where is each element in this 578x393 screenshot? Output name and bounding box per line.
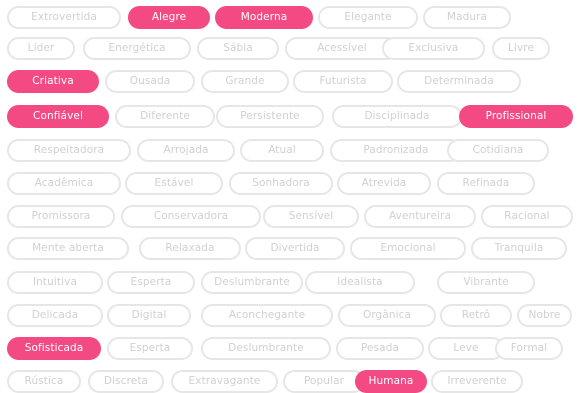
tag-digital[interactable]: Digital bbox=[107, 304, 191, 327]
tag-vibrante[interactable]: Vibrante bbox=[437, 271, 535, 294]
tag-racional[interactable]: Racional bbox=[481, 205, 573, 228]
tag-sensível[interactable]: Sensível bbox=[263, 205, 359, 228]
tag-relaxada[interactable]: Relaxada bbox=[139, 237, 241, 260]
tag-deslumbrante[interactable]: Deslumbrante bbox=[201, 271, 303, 294]
tag-sofisticada[interactable]: Sofisticada bbox=[7, 337, 101, 360]
tag-intuitiva[interactable]: Intuitiva bbox=[7, 271, 103, 294]
tag-emocional[interactable]: Emocional bbox=[350, 237, 466, 260]
tag-criativa[interactable]: Criativa bbox=[7, 70, 99, 93]
tag-esperta[interactable]: Esperta bbox=[107, 337, 193, 360]
tag-esperta[interactable]: Esperta bbox=[107, 271, 195, 294]
tag-formal[interactable]: Formal bbox=[495, 337, 563, 360]
tag-futurista[interactable]: Futurista bbox=[293, 70, 393, 93]
tag-mente-aberta[interactable]: Mente aberta bbox=[7, 237, 129, 260]
tag-ousada[interactable]: Ousada bbox=[105, 70, 195, 93]
tag-atual[interactable]: Atual bbox=[240, 139, 324, 162]
tag-row: Respeitadora Arrojada Atual Padronizada Coti… bbox=[0, 139, 578, 162]
tag-row: Mente aberta Relaxada Divertida Emocional Tr… bbox=[0, 237, 578, 260]
tag-row: Confiável Diferente Persistente Disciplinad… bbox=[0, 105, 578, 128]
tag-row: Rústica Discreta Extravagante Popular Humana… bbox=[0, 370, 578, 393]
tag-exclusiva[interactable]: Exclusiva bbox=[382, 37, 485, 60]
personality-tag-selector: Extrovertida Alegre Moderna Elegante Madura L… bbox=[0, 0, 578, 393]
tag-pesada[interactable]: Pesada bbox=[336, 337, 424, 360]
tag-respeitadora[interactable]: Respeitadora bbox=[7, 139, 131, 162]
tag-líder[interactable]: Líder bbox=[7, 37, 75, 60]
tag-row: Extrovertida Alegre Moderna Elegante Madura bbox=[0, 6, 578, 29]
tag-leve[interactable]: Leve bbox=[428, 337, 504, 360]
tag-sonhadora[interactable]: Sonhadora bbox=[229, 172, 333, 195]
tag-irreverente[interactable]: Irreverente bbox=[431, 370, 523, 393]
tag-atrevida[interactable]: Atrevida bbox=[337, 172, 431, 195]
tag-estável[interactable]: Estável bbox=[125, 172, 223, 195]
tag-idealista[interactable]: Idealista bbox=[305, 271, 415, 294]
tag-row: Criativa Ousada Grande Futurista Determinada bbox=[0, 70, 578, 93]
tag-energética[interactable]: Energética bbox=[83, 37, 191, 60]
tag-confiável[interactable]: Confiável bbox=[7, 105, 109, 128]
tag-deslumbrante[interactable]: Deslumbrante bbox=[201, 337, 331, 360]
tag-row: Líder Energética Sábia Acessível Exclusiva Li… bbox=[0, 37, 578, 60]
tag-aconchegante[interactable]: Aconchegante bbox=[201, 304, 333, 327]
tag-moderna[interactable]: Moderna bbox=[215, 6, 313, 29]
tag-extravagante[interactable]: Extravagante bbox=[171, 370, 278, 393]
tag-refinada[interactable]: Refinada bbox=[437, 172, 535, 195]
tag-row: Sofisticada Esperta Deslumbrante Pesada Leve… bbox=[0, 337, 578, 360]
tag-humana[interactable]: Humana bbox=[355, 370, 427, 393]
tag-grande[interactable]: Grande bbox=[201, 70, 289, 93]
tag-elegante[interactable]: Elegante bbox=[318, 6, 418, 29]
tag-retrô[interactable]: Retrô bbox=[440, 304, 512, 327]
tag-disciplinada[interactable]: Disciplinada bbox=[332, 105, 462, 128]
tag-acadêmica[interactable]: Acadêmica bbox=[7, 172, 121, 195]
tag-alegre[interactable]: Alegre bbox=[128, 6, 210, 29]
tag-sábia[interactable]: Sábia bbox=[197, 37, 279, 60]
tag-orgânica[interactable]: Orgânica bbox=[338, 304, 436, 327]
tag-delicada[interactable]: Delicada bbox=[7, 304, 103, 327]
tag-divertida[interactable]: Divertida bbox=[245, 237, 345, 260]
tag-madura[interactable]: Madura bbox=[423, 6, 511, 29]
tag-row: Acadêmica Estável Sonhadora Atrevida Refinad… bbox=[0, 172, 578, 195]
tag-extrovertida[interactable]: Extrovertida bbox=[7, 6, 121, 29]
tag-promissora[interactable]: Promissora bbox=[7, 205, 115, 228]
tag-row: Intuitiva Esperta Deslumbrante Idealista Vib… bbox=[0, 271, 578, 294]
tag-conservadora[interactable]: Conservadora bbox=[121, 205, 261, 228]
tag-persistente[interactable]: Persistente bbox=[216, 105, 324, 128]
tag-diferente[interactable]: Diferente bbox=[115, 105, 215, 128]
tag-row: Promissora Conservadora Sensível Aventureir… bbox=[0, 205, 578, 228]
tag-profissional[interactable]: Profissional bbox=[459, 105, 573, 128]
tag-tranquila[interactable]: Tranquila bbox=[471, 237, 567, 260]
tag-arrojada[interactable]: Arrojada bbox=[137, 139, 235, 162]
tag-row: Delicada Digital Aconchegante Orgânica Retrô… bbox=[0, 304, 578, 327]
tag-rústica[interactable]: Rústica bbox=[7, 370, 81, 393]
tag-livre[interactable]: Livre bbox=[492, 37, 550, 60]
tag-padronizada[interactable]: Padronizada bbox=[330, 139, 462, 162]
tag-cotidiana[interactable]: Cotidiana bbox=[447, 139, 549, 162]
tag-aventureira[interactable]: Aventureira bbox=[364, 205, 476, 228]
tag-discreta[interactable]: Discreta bbox=[88, 370, 164, 393]
tag-determinada[interactable]: Determinada bbox=[397, 70, 521, 93]
tag-popular[interactable]: Popular bbox=[283, 370, 365, 393]
tag-nobre[interactable]: Nobre bbox=[517, 304, 572, 327]
